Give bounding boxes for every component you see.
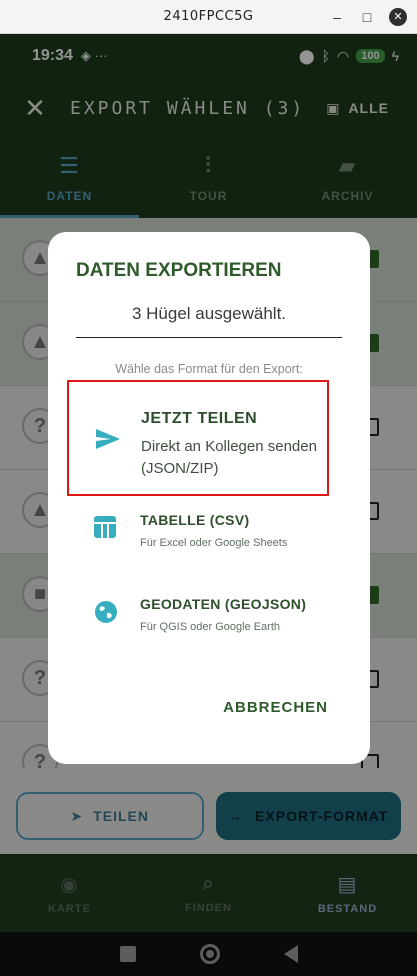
option-csv[interactable]: TABELLE (CSV) Für Excel oder Google Shee…: [74, 502, 344, 562]
window-titlebar: 2410FPCC5G – □ ✕: [0, 0, 417, 34]
send-icon: [95, 428, 121, 457]
option-geojson-title: GEODATEN (GEOJSON): [140, 596, 307, 612]
option-geojson-desc: Für QGIS oder Google Earth: [140, 621, 281, 633]
export-dialog: DATEN EXPORTIEREN 3 Hügel ausgewählt. Wä…: [48, 232, 370, 764]
maximize-button[interactable]: □: [359, 8, 375, 26]
option-share-now[interactable]: JETZT TEILEN Direkt an Kollegen senden (…: [67, 380, 329, 496]
format-hint: Wähle das Format für den Export:: [115, 362, 303, 376]
option-geojson[interactable]: GEODATEN (GEOJSON) Für QGIS oder Google …: [74, 586, 344, 646]
option-csv-title: TABELLE (CSV): [140, 512, 250, 528]
window-controls: – □ ✕: [329, 8, 407, 26]
close-window-button[interactable]: ✕: [389, 8, 407, 26]
option-csv-desc: Für Excel oder Google Sheets: [140, 537, 288, 549]
dialog-title: DATEN EXPORTIEREN: [76, 260, 282, 281]
selection-count: 3 Hügel ausgewählt.: [131, 304, 287, 323]
window-title: 2410FPCC5G: [163, 9, 254, 24]
table-icon: [94, 516, 116, 538]
option-share-desc: Direkt an Kollegen senden (JSON/ZIP): [141, 438, 317, 477]
globe-icon: [94, 600, 118, 631]
dialog-divider: [76, 337, 342, 338]
cancel-button[interactable]: ABBRECHEN: [223, 699, 328, 716]
option-share-title: JETZT TEILEN: [141, 410, 258, 427]
minimize-button[interactable]: –: [329, 8, 345, 26]
